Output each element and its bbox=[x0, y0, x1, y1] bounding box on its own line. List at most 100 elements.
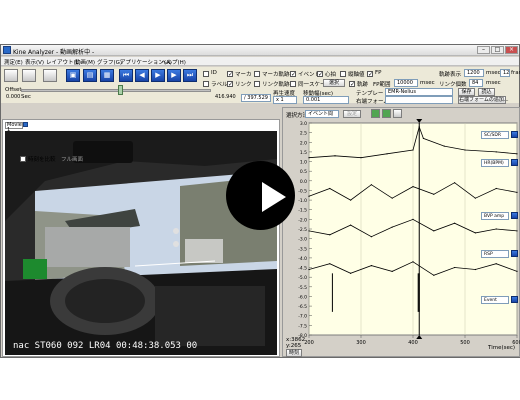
step-back-icon[interactable]: ◀ bbox=[135, 69, 149, 82]
y-tick-label: -1.5 bbox=[298, 208, 307, 214]
toolbar: ▣ ▤ ▦ ⏮ ◀ ▶ ▶ ⏭ ID ✓ マーカ マーカ軌跡 ✓ イベント ✓ … bbox=[1, 67, 520, 105]
video-frame[interactable]: nac ST060 092 LR04 00:48:38.053 00 bbox=[5, 131, 277, 355]
y-tick-label: -2.5 bbox=[298, 227, 307, 233]
plot-panel: 選択方法 イベント間 設定 3.0 2.5 2.0 1.5 1.0 0.5 0.0 -0.5-… bbox=[282, 107, 520, 357]
waveform-select[interactable] bbox=[385, 96, 453, 104]
series-menu-icon[interactable] bbox=[511, 211, 518, 219]
series-point bbox=[495, 228, 497, 230]
same-scale-checkbox[interactable] bbox=[290, 81, 296, 87]
series-point bbox=[308, 268, 310, 271]
play-icon-overlay[interactable] bbox=[262, 182, 286, 212]
trace-checkbox[interactable]: ✓ bbox=[349, 81, 355, 88]
series-point bbox=[329, 187, 331, 190]
fp-range-field[interactable]: 10000 bbox=[394, 79, 418, 87]
series-point bbox=[516, 270, 518, 272]
label-checkbox[interactable] bbox=[203, 81, 209, 87]
maximize-button[interactable]: □ bbox=[491, 46, 504, 54]
add-right-form-button[interactable]: 右端フォームの追加... bbox=[458, 96, 509, 104]
template-select[interactable]: EMR-Nelius bbox=[385, 88, 453, 96]
series-menu-icon[interactable] bbox=[511, 130, 518, 138]
template-save-button[interactable]: 保存 bbox=[458, 88, 475, 96]
cursor-marker-top[interactable] bbox=[416, 119, 423, 123]
cursor-marker-bottom[interactable] bbox=[416, 335, 423, 339]
link-checkbox[interactable]: ✓ bbox=[227, 81, 233, 88]
y-tick-label: -5.5 bbox=[298, 285, 307, 291]
vertical-value-checkbox[interactable] bbox=[340, 71, 346, 77]
menu-measure[interactable]: 測定(E) bbox=[4, 58, 23, 66]
marker-trace-label: マーカ軌跡 bbox=[262, 72, 290, 78]
heart-rate-checkbox[interactable]: ✓ bbox=[317, 71, 323, 78]
time-readout: 416.940 bbox=[215, 94, 236, 100]
time-compare-checkbox-visible[interactable] bbox=[20, 156, 26, 162]
link-trace-checkbox[interactable] bbox=[254, 81, 260, 87]
marker-checkbox[interactable]: ✓ bbox=[227, 71, 233, 78]
y-tick-label: 0.0 bbox=[300, 179, 307, 185]
template-load-button[interactable]: 読込 bbox=[478, 88, 495, 96]
timeline-knob[interactable] bbox=[118, 85, 123, 95]
series-point bbox=[516, 230, 518, 232]
settings-icon[interactable]: ▦ bbox=[100, 69, 114, 82]
time-status-button[interactable]: 時刻 bbox=[286, 349, 302, 357]
video-index-badge bbox=[23, 122, 28, 127]
graph-icon[interactable]: ▤ bbox=[83, 69, 97, 82]
open-button[interactable] bbox=[22, 69, 36, 82]
event-checkbox[interactable]: ✓ bbox=[290, 71, 296, 78]
trace-display-field[interactable]: 1200 bbox=[464, 69, 484, 77]
label-label: ラベル bbox=[211, 82, 228, 88]
series-label[interactable]: SC/SDR bbox=[481, 130, 509, 139]
menu-help[interactable]: ヘルプ(H) bbox=[161, 58, 186, 66]
series-point bbox=[454, 266, 456, 269]
series-label[interactable]: Event bbox=[481, 296, 509, 305]
series-point bbox=[516, 191, 518, 193]
menu-graph[interactable]: グラフ(G) bbox=[97, 58, 122, 66]
play-icon[interactable]: ▶ bbox=[151, 69, 165, 82]
x-tick-label: 200 bbox=[304, 340, 314, 346]
vertical-value-label: 縦軸値 bbox=[348, 72, 365, 78]
minimize-button[interactable]: – bbox=[477, 46, 490, 54]
series-point bbox=[308, 157, 310, 159]
link-count-label: リンク個数 bbox=[439, 82, 467, 88]
marker-trace-checkbox[interactable] bbox=[254, 71, 260, 77]
series-label[interactable]: HR(BPM) bbox=[481, 159, 509, 168]
id-checkbox[interactable] bbox=[203, 71, 209, 77]
frame-field[interactable]: 12 bbox=[500, 69, 510, 77]
series-menu-icon[interactable] bbox=[511, 250, 518, 258]
series-point bbox=[391, 226, 393, 228]
y-tick-label: -7.5 bbox=[298, 323, 307, 329]
y-tick-label: -3.0 bbox=[298, 237, 307, 243]
select-button[interactable]: 選択 bbox=[323, 79, 345, 87]
app-icon bbox=[3, 46, 11, 54]
link-count-field[interactable]: 84 bbox=[469, 79, 483, 87]
menu-video[interactable]: 動画(M) bbox=[75, 58, 95, 66]
menu-view[interactable]: 表示(V) bbox=[25, 58, 44, 66]
movie-tab[interactable]: Movie 1 bbox=[5, 122, 23, 133]
last-frame-icon[interactable]: ⏭ bbox=[183, 69, 197, 82]
y-tick-label: 0.5 bbox=[300, 169, 307, 175]
series-label[interactable]: RSP bbox=[481, 250, 509, 259]
heart-rate-label: 心拍 bbox=[325, 72, 337, 78]
speed-select[interactable]: x 1 bbox=[273, 96, 297, 104]
series-point bbox=[329, 263, 331, 265]
timeline-slider[interactable] bbox=[21, 89, 211, 92]
y-tick-label: -4.5 bbox=[298, 266, 307, 272]
save-file-button[interactable] bbox=[43, 69, 57, 82]
series-point bbox=[495, 151, 497, 153]
marker-label: マーカ bbox=[235, 72, 252, 78]
close-button[interactable]: × bbox=[505, 46, 518, 54]
fp-checkbox[interactable]: ✓ bbox=[367, 71, 373, 78]
y-tick-label: -4.0 bbox=[298, 256, 307, 262]
x-tick-label: 400 bbox=[408, 340, 418, 346]
series-point bbox=[474, 197, 476, 199]
series-menu-icon[interactable] bbox=[511, 159, 518, 167]
step-forward-icon[interactable]: ▶ bbox=[167, 69, 181, 82]
window-title: Kine Analyzer - 動画解析中 - bbox=[13, 49, 95, 56]
new-file-button[interactable] bbox=[4, 69, 18, 82]
first-frame-icon[interactable]: ⏮ bbox=[119, 69, 133, 82]
series-label[interactable]: BVP amp bbox=[481, 211, 509, 220]
series-menu-icon[interactable] bbox=[511, 296, 518, 304]
camera-icon[interactable]: ▣ bbox=[66, 69, 80, 82]
waveform-label: 右端フォーム bbox=[356, 99, 389, 105]
series-point bbox=[412, 218, 414, 220]
frame-unit: fram bbox=[511, 70, 520, 76]
move-select[interactable]: 0.001 bbox=[303, 96, 349, 104]
